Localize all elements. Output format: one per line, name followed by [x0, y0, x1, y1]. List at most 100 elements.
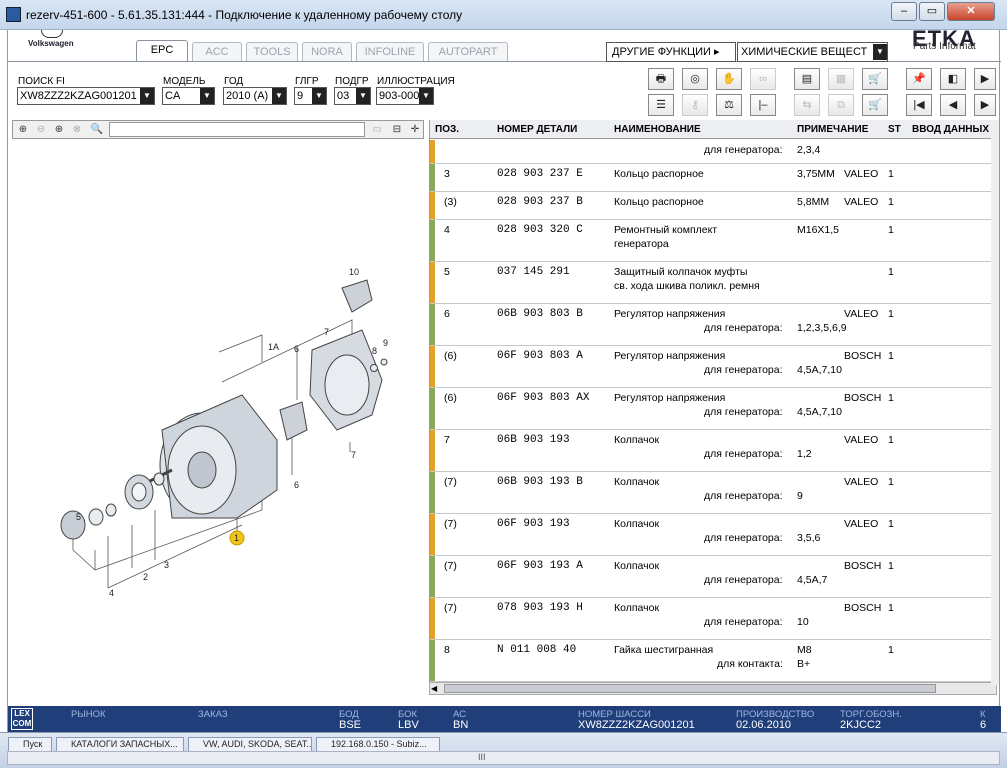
chevron-down-icon[interactable]: ▼ [873, 44, 887, 60]
row-pos: (6) [444, 350, 457, 362]
task-catalogs[interactable]: КАТАЛОГИ ЗАПАСНЫХ... [56, 737, 184, 752]
depot-icon[interactable]: ▦ [828, 68, 854, 90]
task-remote[interactable]: 192.168.0.150 - Subiz... [316, 737, 440, 752]
row-part-number: 06F 903 803 AX [497, 392, 590, 404]
col-note[interactable]: ПРИМЕЧАНИЕ [797, 124, 868, 135]
key-icon[interactable]: ⚷ [682, 94, 708, 116]
chevron-down-icon[interactable]: ▼ [272, 88, 286, 104]
row-note: 5,8ММ [797, 196, 830, 208]
other-functions-button[interactable]: ДРУГИЕ ФУНКЦИИ ▸ [606, 42, 736, 62]
year-label: ГОД [224, 76, 244, 87]
close-button[interactable]: ✕ [947, 2, 995, 21]
tab-tools[interactable]: TOOLS [246, 42, 298, 62]
group-select[interactable]: 9 ▼ [294, 87, 327, 105]
vin-field[interactable]: XW8ZZZ2KZAG001201 ▼ [17, 87, 155, 105]
row-sub-label: для генератора: [704, 364, 783, 376]
col-input[interactable]: ВВОД ДАННЫХ [912, 124, 989, 135]
row-marker [430, 598, 435, 639]
elsa-icon[interactable]: ▤ [794, 68, 820, 90]
table-row[interactable]: 5 037 145 291 Защитный колпачок муфты св. х… [430, 262, 997, 304]
link-icon[interactable]: ∞ [750, 68, 776, 90]
table-row[interactable]: 4 028 903 320 C Ремонтный комплект генерато… [430, 220, 997, 262]
next-page-icon[interactable]: ▶ [974, 94, 996, 116]
tab-epc[interactable]: EPC [136, 40, 188, 62]
row-pos: (7) [444, 476, 457, 488]
table-row[interactable]: 6 06B 903 803 B Регулятор напряжения VALEO 1… [430, 304, 997, 346]
cart-icon[interactable]: 🛒 [862, 68, 888, 90]
functions-select[interactable]: ХИМИЧЕСКИЕ ВЕЩЕСТ ▼ [737, 42, 888, 62]
illustration-toolbar: ⊕ ⊖ ⊕ ⊗ 🔍 ▭ ⊟ ✛ [12, 120, 424, 139]
forward-list-icon[interactable]: ▶ [974, 68, 996, 90]
tab-infoline[interactable]: INFOLINE [356, 42, 424, 62]
other-functions: ДРУГИЕ ФУНКЦИИ ▸ ХИМИЧЕСКИЕ ВЕЩЕСТ ▼ [606, 42, 888, 62]
prev-page-icon[interactable]: ◀ [940, 94, 966, 116]
print-icon[interactable]: 🖶 [648, 68, 674, 90]
row-marker [430, 220, 435, 261]
table-row[interactable]: (7) 06F 903 193 Колпачок VALEO 1 для генерато… [430, 514, 997, 556]
chevron-down-icon[interactable]: ▼ [312, 88, 326, 104]
copy-icon[interactable]: ⧉ [828, 94, 854, 116]
chevron-down-icon[interactable]: ▼ [419, 88, 433, 104]
rdp-scrollbar[interactable]: III [7, 751, 1000, 765]
scroll-thumb[interactable] [444, 684, 936, 693]
chevron-down-icon[interactable]: ▼ [140, 88, 154, 104]
table-row[interactable]: 8 N 011 008 40 Гайка шестигранная M8 1 для ко… [430, 640, 997, 682]
col-name[interactable]: НАИМЕНОВАНИЕ [614, 124, 701, 135]
cart-add-icon[interactable]: 🛒 [862, 94, 888, 116]
zoom-area-icon[interactable]: ⊕ [51, 122, 67, 137]
horizontal-scrollbar[interactable]: ◀ [429, 682, 997, 695]
col-pos[interactable]: ПОЗ. [435, 124, 459, 135]
chevron-down-icon[interactable]: ▼ [200, 88, 214, 104]
col-st[interactable]: ST [888, 124, 901, 135]
table-row[interactable]: 3 028 903 237 E Кольцо распорное 3,75ММ VALE… [430, 164, 997, 192]
table-row[interactable]: (6) 06F 903 803 A Регулятор напряжения BOSC… [430, 346, 997, 388]
row-qty: 1 [888, 308, 894, 320]
magnifier-icon[interactable]: 🔍 [89, 122, 105, 137]
handshake-icon[interactable]: ✋ [716, 68, 742, 90]
zoom-reset-icon[interactable]: ⊗ [69, 122, 85, 137]
table-row[interactable]: (7) 078 903 193 H Колпачок BOSCH 1 для генера… [430, 598, 997, 640]
fit-icon[interactable]: ✛ [407, 122, 423, 137]
table-row[interactable]: (7) 06B 903 193 B Колпачок VALEO 1 для генера… [430, 472, 997, 514]
start-button[interactable]: Пуск [8, 737, 52, 752]
back-list-icon[interactable]: ◧ [940, 68, 966, 90]
zoom-in-icon[interactable]: ⊕ [15, 122, 31, 137]
subgroup-select[interactable]: 03 ▼ [334, 87, 371, 105]
transfer-icon[interactable]: ⇆ [794, 94, 820, 116]
row-part-number: 028 903 320 C [497, 224, 583, 236]
chevron-down-icon[interactable]: ▼ [356, 88, 370, 104]
scroll-grip[interactable]: III [478, 752, 486, 762]
table-row[interactable]: (7) 06F 903 193 A Колпачок BOSCH 1 для генера… [430, 556, 997, 598]
table-row[interactable]: для генератора: 2,3,4 [430, 140, 997, 164]
minimize-button[interactable]: – [891, 2, 917, 21]
status-bar: LEX COM РЫНОК ЗАКАЗ БОД BSE БОК LBV АС BN… [8, 706, 1001, 732]
illustration-select[interactable]: 903-000 ▼ [376, 87, 434, 105]
table-row[interactable]: 7 06B 903 193 Колпачок VALEO 1 для генератора… [430, 430, 997, 472]
vertical-scrollbar[interactable] [991, 120, 999, 685]
year-select[interactable]: 2010 (A) ▼ [223, 87, 287, 105]
illustration-search-input[interactable] [109, 122, 365, 137]
disc-icon[interactable]: ◎ [682, 68, 708, 90]
maximize-button[interactable]: ▭ [919, 2, 945, 21]
split-view-icon[interactable]: ⊟ [389, 122, 405, 137]
list-view-icon[interactable]: ☰ [648, 94, 674, 116]
col-part-number[interactable]: НОМЕР ДЕТАЛИ [497, 124, 577, 135]
row-brand: VALEO [844, 518, 879, 530]
table-row[interactable]: (3) 028 903 237 B Кольцо распорное 5,8ММ VAL… [430, 192, 997, 220]
scroll-left-icon[interactable]: ◀ [431, 684, 441, 693]
model-select[interactable]: CA ▼ [162, 87, 215, 105]
insert-icon[interactable]: |– [750, 94, 776, 116]
tab-nora[interactable]: NORA [302, 42, 352, 62]
table-row[interactable]: (6) 06F 903 803 AX Регулятор напряжения BOS… [430, 388, 997, 430]
task-vw-audi[interactable]: VW, AUDI, SKODA, SEAT... [188, 737, 312, 752]
order-label: ЗАКАЗ [198, 709, 228, 720]
page-nav-icon[interactable]: ▭ [369, 122, 385, 137]
first-page-icon[interactable]: |◀ [906, 94, 932, 116]
tab-acc[interactable]: ACC [192, 42, 242, 62]
parts-illustration[interactable]: 1A 2 3 4 5 6 6 7 7 8 9 10 1 [12, 140, 424, 680]
pin-icon[interactable]: 📌 [906, 68, 932, 90]
zoom-out-icon[interactable]: ⊖ [33, 122, 49, 137]
row-qty: 1 [888, 350, 894, 362]
tab-autopart[interactable]: AUTOPART [428, 42, 508, 62]
scale-icon[interactable]: ⚖ [716, 94, 742, 116]
